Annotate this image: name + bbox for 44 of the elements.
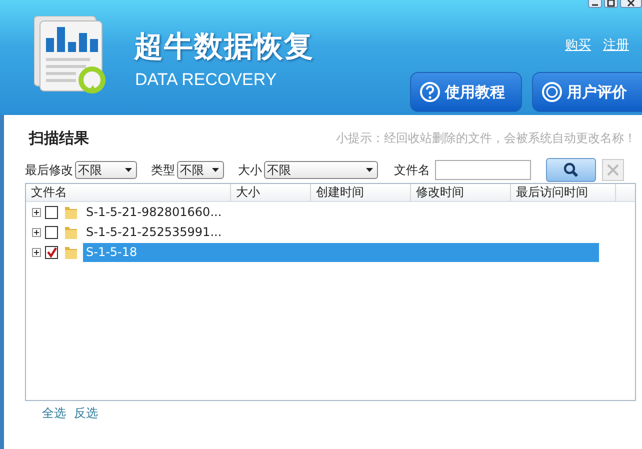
hint-text: 小提示：经回收站删除的文件，会被系统自动更改名称！ bbox=[336, 130, 636, 146]
select-link[interactable]: 反选 bbox=[74, 405, 98, 422]
filter-label: 文件名 bbox=[394, 162, 430, 178]
search-icon bbox=[563, 162, 579, 178]
checkbox[interactable] bbox=[45, 226, 58, 238]
search-button[interactable] bbox=[546, 158, 596, 182]
section-title: 扫描结果 bbox=[29, 128, 89, 148]
column-header[interactable]: 文件名 bbox=[26, 184, 231, 201]
review-button[interactable]: 用户评价 bbox=[532, 72, 642, 112]
expand-icon[interactable] bbox=[32, 208, 41, 216]
filter-dropdown[interactable]: 不限 bbox=[75, 161, 137, 179]
expand-icon[interactable] bbox=[32, 228, 41, 236]
app-subtitle: DATA RECOVERY bbox=[135, 70, 277, 90]
expand-icon[interactable] bbox=[32, 248, 41, 256]
folder-icon bbox=[64, 204, 78, 220]
column-header[interactable]: 创建时间 bbox=[311, 184, 411, 201]
caret-icon bbox=[125, 168, 132, 172]
help-icon bbox=[419, 81, 441, 103]
caret-icon bbox=[212, 168, 219, 172]
close-icon bbox=[607, 164, 619, 176]
column-header[interactable]: 修改时间 bbox=[411, 184, 511, 201]
folder-icon bbox=[64, 244, 78, 260]
caret-icon bbox=[366, 168, 373, 172]
filter-label: 最后修改 bbox=[25, 162, 73, 178]
checkbox[interactable] bbox=[45, 206, 58, 218]
filename-field[interactable] bbox=[435, 160, 531, 180]
file-name[interactable]: S-1-5-21-982801660... bbox=[83, 202, 599, 222]
minimize-icon[interactable] bbox=[588, 0, 602, 8]
filter-dropdown[interactable]: 不限 bbox=[177, 161, 224, 179]
logo-icon bbox=[34, 16, 106, 94]
close-icon[interactable] bbox=[620, 0, 642, 8]
filter-label: 类型 bbox=[151, 162, 175, 178]
column-header[interactable]: 大小 bbox=[231, 184, 311, 201]
filter-dropdown[interactable]: 不限 bbox=[264, 161, 378, 179]
app-title: 超牛数据恢复 bbox=[134, 28, 314, 64]
select-link[interactable]: 全选 bbox=[42, 405, 66, 422]
tutorial-button[interactable]: 使用教程 bbox=[410, 72, 522, 112]
file-name[interactable]: S-1-5-21-252535991... bbox=[83, 222, 599, 242]
column-header[interactable]: 最后访问时间 bbox=[511, 184, 616, 201]
maximize-icon[interactable] bbox=[604, 0, 618, 8]
folder-icon bbox=[64, 224, 78, 240]
badge-icon bbox=[541, 81, 563, 103]
checkbox[interactable] bbox=[45, 246, 58, 258]
filter-label: 大小 bbox=[238, 162, 262, 178]
